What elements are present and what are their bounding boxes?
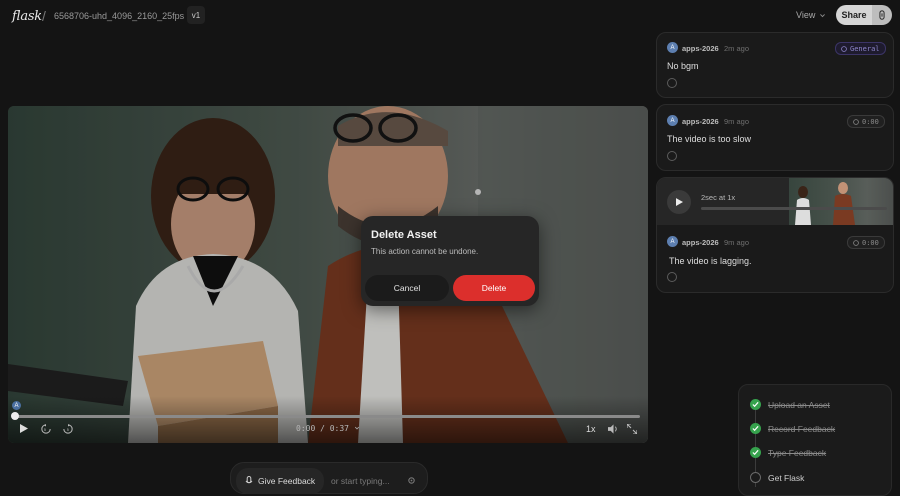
- volume-icon[interactable]: [608, 424, 619, 434]
- badge-label: General: [850, 44, 880, 53]
- avatar: A: [667, 42, 678, 53]
- breadcrumb-separator: /: [42, 8, 46, 24]
- share-button[interactable]: Share: [836, 5, 872, 25]
- comment-text: No bgm: [667, 61, 699, 71]
- comment-timestamp-badge[interactable]: 0:00: [847, 236, 885, 249]
- checklist-item[interactable]: Type Feedback: [768, 448, 826, 458]
- badge-label: 0:00: [862, 238, 879, 247]
- asset-filename: 6568706-uhd_4096_2160_25fps: [54, 11, 185, 21]
- check-icon: [750, 423, 761, 434]
- svg-text:5: 5: [44, 428, 46, 432]
- svg-text:5: 5: [67, 428, 69, 432]
- audio-thumbnail: [789, 178, 893, 225]
- check-icon: [750, 447, 761, 458]
- comment-time: 9m ago: [724, 117, 750, 126]
- avatar: A: [667, 236, 678, 247]
- playback-speed-button[interactable]: 1x: [586, 424, 596, 434]
- audio-progress[interactable]: [701, 207, 887, 210]
- resolve-toggle[interactable]: [667, 151, 677, 161]
- link-icon: [879, 10, 885, 20]
- play-icon[interactable]: [20, 424, 28, 433]
- clock-icon: [853, 239, 859, 246]
- comment-author: apps-2026: [682, 44, 719, 53]
- microphone-icon: [245, 476, 253, 484]
- video-dim-overlay: [8, 106, 648, 443]
- cancel-button[interactable]: Cancel: [365, 275, 449, 301]
- timecode-text: 0:00 / 0:37: [296, 424, 349, 433]
- view-menu-button[interactable]: View: [796, 10, 826, 20]
- checklist-item[interactable]: Get Flask: [768, 473, 804, 483]
- version-badge[interactable]: v1: [187, 6, 205, 24]
- comment-time: 2m ago: [724, 44, 750, 53]
- dialog-message: This action cannot be undone.: [371, 247, 479, 256]
- comment-author: apps-2026: [682, 238, 719, 247]
- unchecked-circle-icon: [750, 472, 761, 483]
- globe-icon: [841, 45, 847, 52]
- resolve-toggle[interactable]: [667, 78, 677, 88]
- badge-label: 0:00: [862, 117, 879, 126]
- view-label: View: [796, 10, 816, 20]
- rewind-5-icon[interactable]: 5: [41, 424, 51, 434]
- timeline-scrubber[interactable]: [14, 415, 640, 418]
- give-feedback-button[interactable]: Give Feedback: [236, 468, 324, 494]
- comment-marker[interactable]: A: [12, 401, 21, 410]
- resolve-toggle[interactable]: [667, 272, 677, 282]
- playhead[interactable]: [11, 412, 19, 420]
- audio-clip[interactable]: 2sec at 1x: [657, 178, 893, 225]
- comment-badge[interactable]: General: [835, 42, 886, 55]
- comment-card[interactable]: A apps-2026 9m ago 0:00 The video is too…: [656, 104, 894, 171]
- delete-asset-dialog: Delete Asset This action cannot be undon…: [361, 216, 539, 306]
- delete-button[interactable]: Delete: [453, 275, 535, 301]
- comment-card[interactable]: 2sec at 1x A apps-2026 9m ago 0:00 The v…: [656, 177, 894, 293]
- comment-card[interactable]: A apps-2026 2m ago General No bgm: [656, 32, 894, 98]
- dialog-title: Delete Asset: [371, 229, 437, 241]
- play-icon: [675, 198, 683, 206]
- feedback-bar: Give Feedback or start typing...: [230, 462, 428, 494]
- feedback-input[interactable]: or start typing...: [331, 476, 390, 486]
- clock-icon: [853, 118, 859, 125]
- timecode: 0:00 / 0:37: [296, 424, 360, 433]
- audio-play-button[interactable]: [667, 190, 691, 214]
- comment-timestamp-badge[interactable]: 0:00: [847, 115, 885, 128]
- give-feedback-label: Give Feedback: [258, 476, 316, 486]
- avatar: A: [667, 115, 678, 126]
- onboarding-checklist: Upload an Asset Record Feedback Type Fee…: [738, 384, 892, 496]
- comment-text: The video is lagging.: [669, 256, 752, 266]
- comment-author: apps-2026: [682, 117, 719, 126]
- video-player[interactable]: A 5 5 0:00 / 0:37 1x: [8, 106, 648, 443]
- check-icon: [750, 399, 761, 410]
- fullscreen-icon[interactable]: [627, 424, 637, 434]
- copy-link-button[interactable]: [872, 5, 892, 25]
- checklist-item[interactable]: Upload an Asset: [768, 400, 830, 410]
- chevron-down-icon[interactable]: [354, 425, 360, 431]
- player-controls: [8, 396, 648, 443]
- audio-duration: 2sec at 1x: [701, 193, 736, 202]
- chevron-down-icon: [820, 13, 826, 17]
- comment-time: 9m ago: [724, 238, 750, 247]
- comment-text: The video is too slow: [667, 134, 752, 144]
- app-logo[interactable]: flask: [12, 9, 42, 24]
- forward-5-icon[interactable]: 5: [63, 424, 73, 434]
- checklist-item[interactable]: Record Feedback: [768, 424, 835, 434]
